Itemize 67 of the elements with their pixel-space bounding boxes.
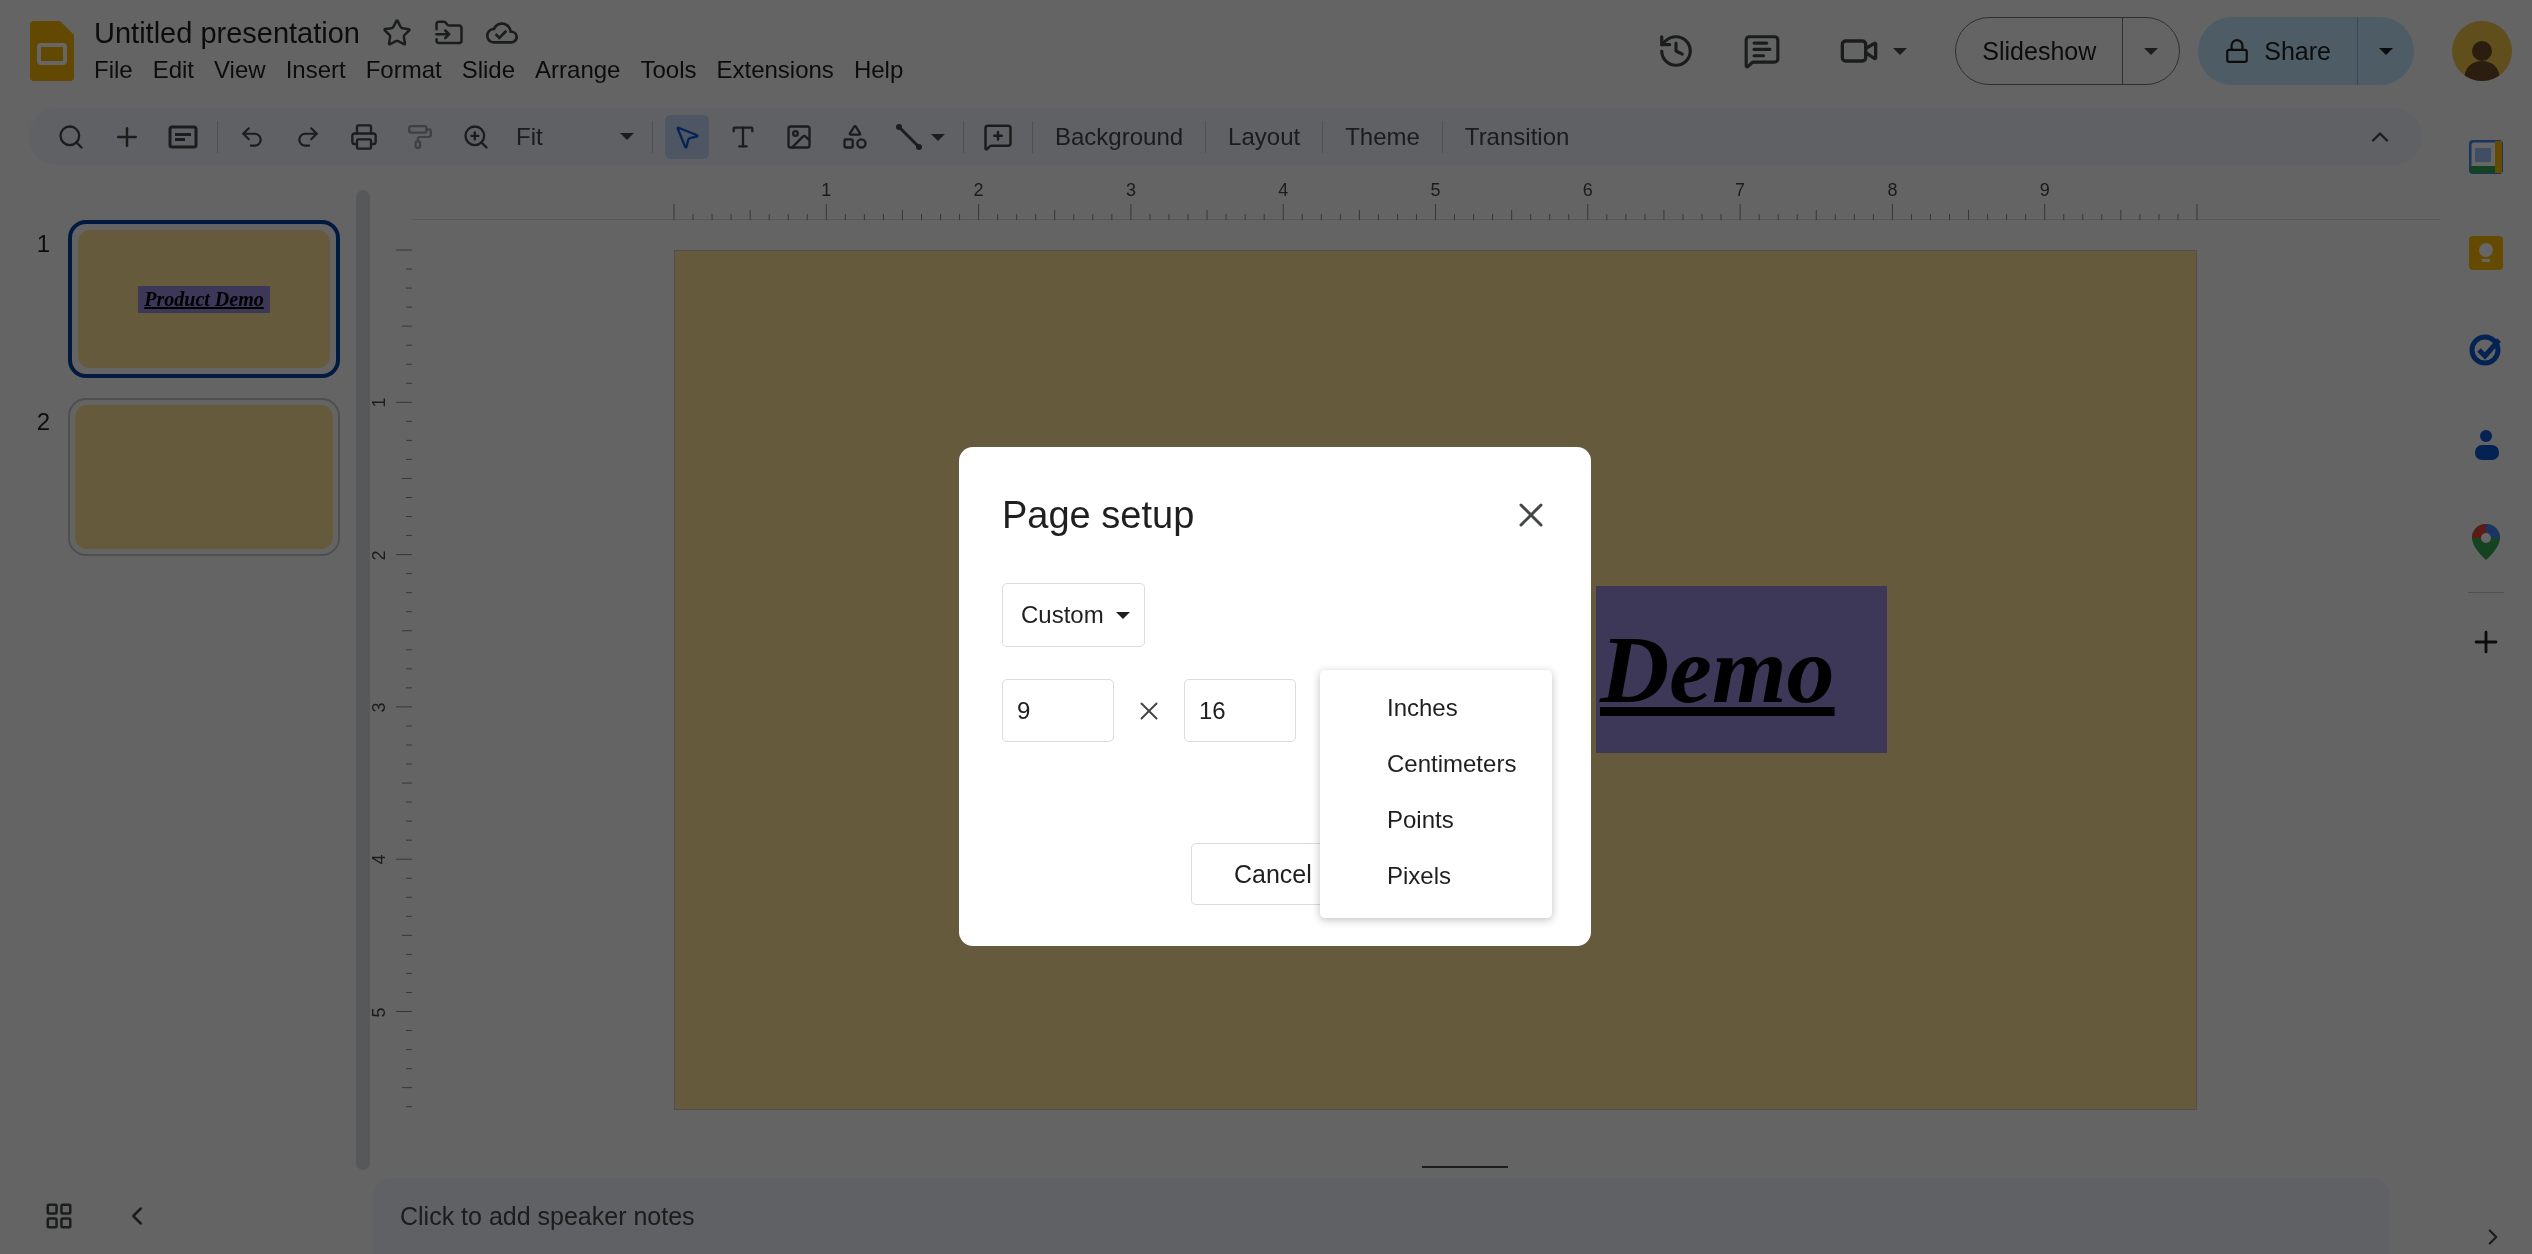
grid-view-icon[interactable] <box>44 1201 74 1231</box>
share-button[interactable]: Share <box>2198 17 2414 85</box>
caret-icon <box>620 133 634 140</box>
toolbar-button[interactable]: Layout <box>1218 122 1311 151</box>
preset-select[interactable]: Custom <box>1002 583 1145 647</box>
printer-icon <box>350 122 378 151</box>
ruler-number: 3 <box>368 702 390 713</box>
ruler-number: 5 <box>1430 180 1441 201</box>
width-field[interactable]: 9 <box>1002 679 1114 742</box>
paint-roller-icon <box>407 123 433 150</box>
speaker-notes-field[interactable]: Click to add speaker notes <box>374 1178 2389 1254</box>
dialog-title: Page setup <box>1002 493 1195 537</box>
line-icon <box>895 122 923 151</box>
ruler-number: 4 <box>1278 180 1289 201</box>
slide-thumbnail[interactable]: Product Demo <box>68 220 340 378</box>
check-circle-icon[interactable] <box>2469 332 2503 366</box>
caret-icon <box>2144 47 2159 55</box>
ruler-number: 2 <box>368 550 390 561</box>
ruler-number: 1 <box>821 180 832 201</box>
ruler-number: 7 <box>1735 180 1746 201</box>
search-icon <box>57 122 85 151</box>
slide-number: 2 <box>35 408 50 437</box>
ruler-number: 1 <box>368 397 390 408</box>
ruler-number: 9 <box>2039 180 2050 201</box>
title-box: Demo <box>1596 586 1887 753</box>
slide-number: 1 <box>35 230 50 259</box>
height-field[interactable]: 16 <box>1184 679 1296 742</box>
slides-logo <box>30 21 74 81</box>
ruler-number: 6 <box>1582 180 1593 201</box>
menu-item[interactable]: View <box>204 53 276 86</box>
calendar-icon[interactable] <box>2469 140 2503 174</box>
caret-icon <box>2379 47 2393 55</box>
toolbar-button[interactable]: Theme <box>1335 122 1430 151</box>
menu-item[interactable]: Help <box>843 53 914 86</box>
lock-icon <box>2224 38 2251 64</box>
tool-button[interactable] <box>665 114 709 159</box>
map-pin-icon[interactable] <box>2472 524 2500 560</box>
ruler-number: 4 <box>368 854 390 865</box>
menu-item[interactable]: Format <box>355 53 452 86</box>
star-icon[interactable] <box>382 18 412 48</box>
toolbar-button[interactable]: Transition <box>1454 122 1580 151</box>
caret-icon <box>931 134 945 141</box>
document-title[interactable]: Untitled presentation <box>94 16 360 50</box>
menu-item[interactable]: Tools <box>630 53 707 86</box>
menu-item[interactable]: File <box>84 53 143 86</box>
menu-item[interactable]: Edit <box>142 53 205 86</box>
menu-item[interactable]: Slide <box>451 53 526 86</box>
ruler-number: 8 <box>1887 180 1898 201</box>
ruler-number: 2 <box>973 180 984 201</box>
slide-thumbnail[interactable] <box>68 398 340 556</box>
menu-item[interactable]: Insert <box>275 53 356 86</box>
menu-item[interactable]: Extensions <box>706 53 844 86</box>
comment-icon[interactable] <box>1743 32 1782 70</box>
image-icon <box>785 122 813 151</box>
menu-item[interactable]: Arrange <box>525 53 631 86</box>
ruler-number: 3 <box>1125 180 1136 201</box>
avatar[interactable] <box>2452 21 2512 81</box>
shapes-icon <box>841 122 869 151</box>
menu-option[interactable]: Inches <box>1320 680 1552 736</box>
zoom-select[interactable]: Fit <box>510 114 640 159</box>
ruler-number: 5 <box>368 1007 390 1017</box>
toolbar-button[interactable]: Background <box>1045 122 1194 151</box>
zoom-in-icon <box>462 122 490 151</box>
caret-icon <box>1893 47 1908 55</box>
layout-icon <box>168 124 198 149</box>
menu-option[interactable]: Centimeters <box>1320 736 1552 792</box>
caret-icon <box>1115 611 1130 619</box>
